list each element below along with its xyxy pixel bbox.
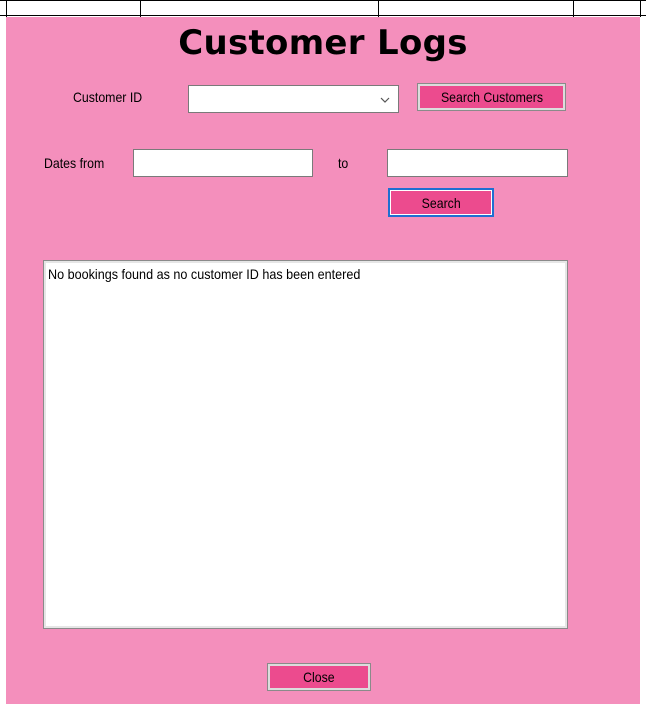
search-customers-button-label: Search Customers: [440, 89, 543, 105]
table-divider: [378, 1, 379, 17]
date-to-input[interactable]: [387, 149, 568, 177]
search-dates-button-label: Search: [421, 194, 461, 211]
table-divider: [140, 1, 141, 17]
customer-id-label: Customer ID: [73, 89, 143, 105]
date-from-input[interactable]: [133, 149, 313, 177]
dates-to-label: to: [338, 155, 349, 171]
table-divider: [640, 1, 641, 17]
table-divider: [573, 1, 574, 17]
list-item[interactable]: No bookings found as no customer ID has …: [48, 266, 360, 282]
customer-logs-form: Customer Logs Customer ID Search Custome…: [6, 17, 640, 704]
chevron-down-icon[interactable]: [380, 95, 390, 105]
dates-from-label: Dates from: [44, 155, 105, 171]
bookings-listbox[interactable]: No bookings found as no customer ID has …: [43, 260, 568, 629]
table-divider: [6, 1, 7, 17]
document-table-strip: [0, 0, 646, 17]
search-customers-button[interactable]: Search Customers: [417, 83, 566, 111]
customer-id-combobox[interactable]: [188, 85, 399, 113]
search-dates-button[interactable]: Search: [388, 188, 494, 217]
close-button[interactable]: Close: [267, 663, 371, 691]
close-button-label: Close: [303, 669, 335, 685]
form-title: Customer Logs: [178, 23, 468, 63]
